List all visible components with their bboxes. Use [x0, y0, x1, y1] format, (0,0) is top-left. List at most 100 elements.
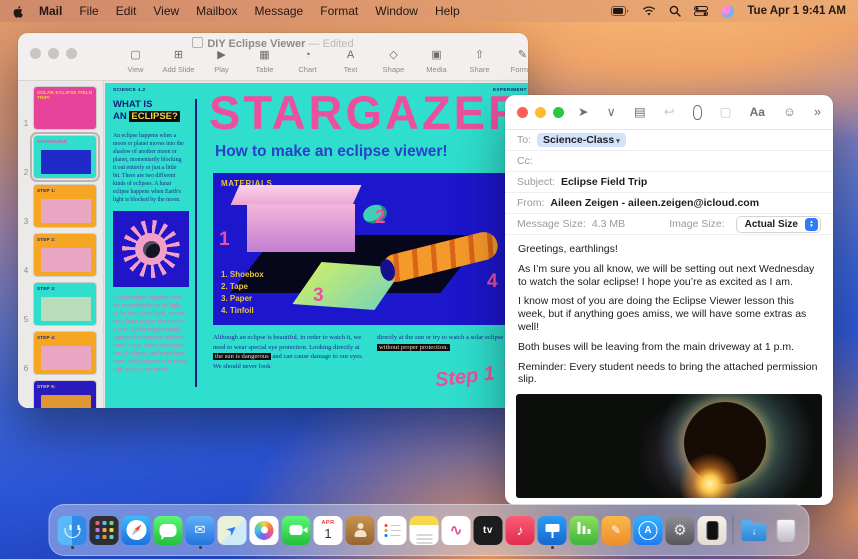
cc-field[interactable]: Cc: — [505, 151, 833, 172]
slide-number: 1 — [18, 119, 34, 129]
emoji-icon[interactable]: ☺ — [783, 106, 796, 119]
dock-trash-icon[interactable] — [772, 516, 801, 545]
eclipse-photo-attachment[interactable] — [516, 394, 822, 498]
menu-file[interactable]: File — [79, 4, 98, 18]
slide-thumbnail-7[interactable]: 7STEP 5: — [18, 379, 103, 408]
toolbar-share[interactable]: ⇧Share — [458, 49, 501, 74]
header-fields-icon[interactable]: ▤ — [634, 106, 646, 119]
stepper-icon — [805, 218, 818, 231]
wifi-icon[interactable] — [642, 6, 656, 17]
dock-facetime-icon[interactable] — [282, 516, 311, 545]
format-icon[interactable]: Aa — [750, 106, 765, 118]
menu-format[interactable]: Format — [320, 4, 358, 18]
toolbar-shape[interactable]: ◇Shape — [372, 49, 415, 74]
attach-icon[interactable] — [693, 105, 702, 120]
dock-downloads-icon[interactable] — [740, 516, 769, 545]
battery-icon[interactable] — [611, 6, 629, 16]
control-center-icon[interactable] — [694, 6, 708, 16]
apple-menu-icon[interactable] — [12, 5, 25, 18]
slide-thumbnail-3[interactable]: 3 STEP 1: — [18, 183, 103, 229]
chevron-down-icon[interactable]: ∨ — [607, 106, 616, 119]
subject-field[interactable]: Subject: Eclipse Field Trip — [505, 172, 833, 193]
dock-maps-icon[interactable]: ➤ — [218, 516, 247, 545]
recipient-token[interactable]: Science-Class▾ — [537, 133, 626, 147]
dock-pages-icon[interactable]: ✎ — [602, 516, 631, 545]
minimize-button[interactable] — [535, 107, 546, 118]
menu-message[interactable]: Message — [255, 4, 304, 18]
slide-canvas: SCIENCE 4.2 EXPERIMENT #9 WHAT IS AN ECL… — [104, 81, 528, 408]
reply-icon[interactable]: ↩ — [664, 106, 674, 119]
image-size-select[interactable]: Actual Size — [736, 216, 821, 233]
from-field[interactable]: From: Aileen Zeigen - aileen.zeigen@iclo… — [505, 193, 833, 214]
slide-thumbnail-6[interactable]: 6STEP 4: — [18, 330, 103, 376]
dock-tv-icon[interactable]: tv — [474, 516, 503, 545]
dock-appstore-icon[interactable]: A — [634, 516, 663, 545]
slide-thumb-preview: STEP 4: — [34, 332, 96, 374]
zoom-button[interactable] — [553, 107, 564, 118]
running-indicator — [199, 546, 202, 549]
mail-glyph: ✉ — [195, 522, 206, 538]
dock-settings-icon[interactable]: ⚙ — [666, 516, 695, 545]
dock-photos-icon[interactable] — [250, 516, 279, 545]
slide-thumbnail-5[interactable]: 5STEP 3: — [18, 281, 103, 327]
menu-view[interactable]: View — [153, 4, 179, 18]
menu-mailbox[interactable]: Mailbox — [196, 4, 237, 18]
column-divider — [195, 99, 197, 387]
dock-calendar-icon[interactable]: APR1 — [314, 516, 343, 545]
toolbar-label: View — [114, 65, 157, 74]
toolbar-play[interactable]: ▶Play — [200, 49, 243, 74]
more-icon[interactable]: » — [814, 106, 821, 119]
shoebox-lid-illustration — [231, 185, 362, 205]
slide-thumbnail-1[interactable]: 1SOLAR ECLIPSE FIELD TRIP! — [18, 85, 103, 131]
menu-help[interactable]: Help — [435, 4, 460, 18]
dock-messages-icon[interactable] — [154, 516, 183, 545]
dock-freeform-icon[interactable]: ∿ — [442, 516, 471, 545]
markup-icon[interactable]: ▢ — [720, 106, 732, 119]
dock-notes-icon[interactable] — [410, 516, 439, 545]
slide-stargazer[interactable]: SCIENCE 4.2 EXPERIMENT #9 WHAT IS AN ECL… — [105, 83, 528, 408]
slide-number: 3 — [18, 217, 34, 227]
document-proxy-icon[interactable] — [192, 37, 203, 48]
to-field[interactable]: To: Science-Class▾ — [505, 130, 833, 151]
toolbar-format[interactable]: ✎Format — [501, 49, 528, 74]
dock-mail-icon[interactable]: ✉ — [186, 516, 215, 545]
mail-body-paragraph: As I’m sure you all know, we will be set… — [518, 263, 820, 289]
numbers-glyph — [583, 526, 586, 534]
menu-bar-clock[interactable]: Tue Apr 1 9:41 AM — [747, 5, 846, 17]
menu-window[interactable]: Window — [375, 4, 418, 18]
dock-finder-icon[interactable] — [58, 516, 87, 545]
dock-safari-icon[interactable] — [122, 516, 151, 545]
toolbar-text[interactable]: AText — [329, 49, 372, 74]
slide-thumbnail-2[interactable]: 2STARGAZER — [18, 134, 103, 180]
sun-rays-icon — [122, 220, 180, 278]
slide-thumb-preview: STARGAZER — [34, 136, 96, 178]
dock-contacts-icon[interactable] — [346, 516, 375, 545]
send-icon[interactable]: ➤ — [578, 106, 588, 119]
dock-reminders-icon[interactable] — [378, 516, 407, 545]
search-icon[interactable] — [669, 5, 681, 17]
slide-thumb-graphic — [41, 297, 91, 321]
iphone-glyph — [706, 521, 718, 540]
toolbar-table[interactable]: ▦Table — [243, 49, 286, 74]
toolbar-media[interactable]: ▣Media — [415, 49, 458, 74]
slide-number: 6 — [18, 364, 34, 374]
dock-launchpad-icon[interactable] — [90, 516, 119, 545]
close-button[interactable] — [517, 107, 528, 118]
toolbar-chart[interactable]: ◔Chart — [286, 49, 329, 74]
toolbar-label: Media — [415, 65, 458, 74]
slide-number: 4 — [18, 266, 34, 276]
toolbar-view[interactable]: ▢View — [114, 49, 157, 74]
dock-iphone-icon[interactable] — [698, 516, 727, 545]
menu-edit[interactable]: Edit — [116, 4, 137, 18]
slide-thumb-label: STEP 1: — [37, 188, 56, 193]
message-body[interactable]: Greetings, earthlings!As I’m sure you al… — [505, 235, 833, 387]
siri-icon[interactable] — [721, 5, 734, 18]
dock-music-icon[interactable]: ♪ — [506, 516, 535, 545]
materials-list: 1. Shoebox2. Tape3. Paper4. Tinfoil — [221, 269, 264, 317]
dock-numbers-icon[interactable] — [570, 516, 599, 545]
toolbar-add-slide[interactable]: ⊞Add Slide — [157, 49, 200, 74]
menu-mail[interactable]: Mail — [39, 4, 62, 18]
step-1-annotation: Step 1 — [434, 362, 496, 392]
slide-thumbnail-4[interactable]: 4STEP 2: — [18, 232, 103, 278]
dock-keynote-icon[interactable] — [538, 516, 567, 545]
